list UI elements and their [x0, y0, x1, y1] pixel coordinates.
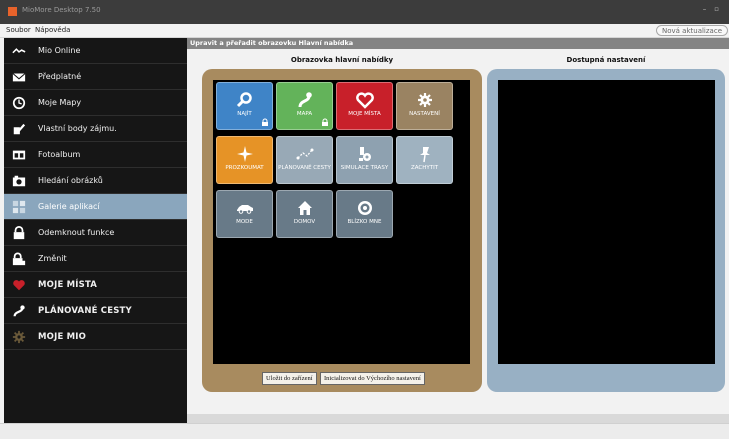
available-settings-list: [498, 80, 715, 364]
sidebar: Mio Online Předplatné Moje Mapy Vlastní …: [4, 38, 187, 423]
mio-online-icon: [10, 44, 28, 58]
search-icon: [236, 91, 254, 109]
tile-mode[interactable]: MODE: [216, 190, 273, 238]
photo-album-icon: [10, 148, 28, 162]
title-bar: MioMore Desktop 7.50 – ▫: [0, 0, 729, 24]
sidebar-item-hledani-obrazku[interactable]: Hledání obrázků: [4, 168, 187, 194]
car-icon: [236, 199, 254, 217]
sidebar-item-odemknout-funkce[interactable]: Odemknout funkce: [4, 220, 187, 246]
status-strip: [187, 414, 729, 423]
gear-icon: [416, 91, 434, 109]
route-icon: [10, 304, 28, 318]
tile-prozkoumat[interactable]: PROZKOUMAT: [216, 136, 273, 184]
window-controls: – ▫: [703, 5, 719, 13]
tile-planovane-cesty[interactable]: PLÁNOVANÉ CESTY: [276, 136, 333, 184]
tile-zachytit[interactable]: ZACHYTIT: [396, 136, 453, 184]
tile-mapa[interactable]: MAPA: [276, 82, 333, 130]
tile-moje-mista[interactable]: MOJE MÍSTA: [336, 82, 393, 130]
sidebar-item-zmenit[interactable]: Změnit: [4, 246, 187, 272]
simulation-icon: [356, 145, 374, 163]
map-route-icon: [296, 91, 314, 109]
sidebar-item-moje-mista[interactable]: MOJE MÍSTA: [4, 272, 187, 298]
bottom-bar: [0, 423, 729, 439]
sidebar-item-planovane-cesty[interactable]: PLÁNOVANÉ CESTY: [4, 298, 187, 324]
edit-icon: [10, 122, 28, 136]
main-header: Upravit a přeřadit obrazovku Hlavní nabí…: [187, 38, 729, 49]
gallery-icon: [10, 200, 28, 214]
menu-soubor[interactable]: Soubor: [6, 26, 31, 34]
lock-icon: [322, 118, 328, 126]
tile-simulace-trasy[interactable]: SIMULACE TRASY: [336, 136, 393, 184]
sidebar-item-vlastni-body[interactable]: Vlastní body zájmu.: [4, 116, 187, 142]
heart-icon: [355, 91, 374, 109]
home-icon: [296, 199, 314, 217]
reset-defaults-button[interactable]: Inicializovat do Výchozího nastavení: [320, 372, 425, 385]
update-button[interactable]: Nová aktualizace: [656, 25, 728, 36]
lock-change-icon: [10, 252, 28, 266]
route-plan-icon: [296, 145, 314, 163]
pin-icon: [416, 145, 434, 163]
camera-icon: [10, 174, 28, 188]
sidebar-item-moje-mapy[interactable]: Moje Mapy: [4, 90, 187, 116]
tile-nastaveni[interactable]: NASTAVENÍ: [396, 82, 453, 130]
heart-icon: [10, 278, 28, 292]
nearby-icon: [356, 199, 374, 217]
tile-najit[interactable]: NAJÍT: [216, 82, 273, 130]
lock-icon: [262, 118, 268, 126]
app-icon: [8, 7, 17, 16]
minimize-icon[interactable]: –: [703, 5, 707, 13]
sidebar-item-fotoalbum[interactable]: Fotoalbum: [4, 142, 187, 168]
sidebar-item-moje-mio[interactable]: MOJE MIO: [4, 324, 187, 350]
sidebar-item-predplatne[interactable]: Předplatné: [4, 64, 187, 90]
lock-icon: [10, 225, 28, 240]
maximize-icon[interactable]: ▫: [714, 5, 719, 13]
save-to-device-button[interactable]: Uložit do zařízení: [262, 372, 317, 385]
tile-blizko-mne[interactable]: BLÍZKO MNE: [336, 190, 393, 238]
right-panel-title: Dostupná nastavení: [566, 56, 646, 64]
left-panel-title: Obrazovka hlavní nabídky: [290, 56, 394, 64]
sidebar-item-mio-online[interactable]: Mio Online: [4, 38, 187, 64]
gear-icon: [10, 330, 28, 344]
menu-napoveda[interactable]: Nápověda: [35, 26, 70, 34]
tile-domov[interactable]: DOMOV: [276, 190, 333, 238]
sparkle-icon: [236, 145, 254, 163]
clock-icon: [10, 96, 28, 110]
sidebar-item-galerie-aplikaci[interactable]: Galerie aplikací: [4, 194, 187, 220]
window-title: MioMore Desktop 7.50: [22, 6, 101, 14]
menu-bar: Soubor Nápověda Nová aktualizace: [0, 24, 729, 38]
envelope-icon: [10, 70, 28, 84]
